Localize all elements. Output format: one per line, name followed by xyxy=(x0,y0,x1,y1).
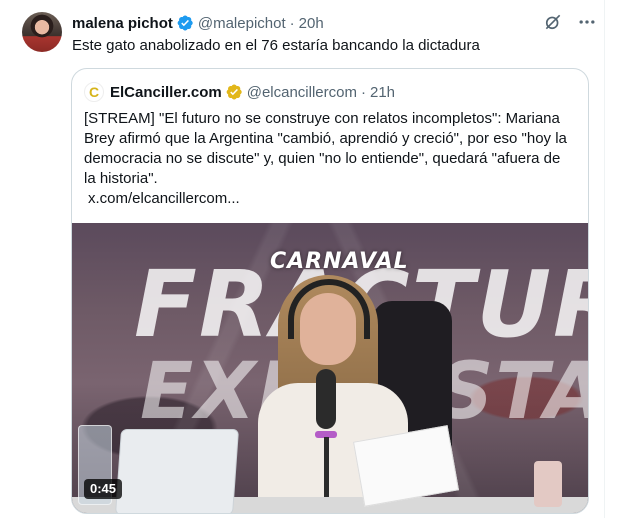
gold-verified-badge-icon xyxy=(226,84,242,100)
channel-logo: CARNAVAL xyxy=(270,249,409,274)
video-duration-badge: 0:45 xyxy=(84,479,123,499)
timestamp[interactable]: 20h xyxy=(299,15,324,32)
avatar[interactable] xyxy=(22,12,62,52)
quoted-tweet[interactable]: C ElCanciller.com @elcancillercom · 21h … xyxy=(71,68,589,514)
timeline-divider xyxy=(604,0,605,518)
quote-timestamp[interactable]: 21h xyxy=(370,84,395,101)
verified-badge-icon xyxy=(177,15,193,31)
quote-text-line: democracia no se discute" y, quien "no l… xyxy=(84,150,561,167)
laptop xyxy=(114,429,240,513)
quote-text-line: la historia". xyxy=(84,170,158,187)
quote-text: [STREAM] "El futuro no se construye con … xyxy=(84,109,578,189)
more-horizontal-icon[interactable] xyxy=(577,12,597,32)
tweet[interactable]: malena pichot @malepichot · 20h Este gat… xyxy=(0,0,621,518)
quote-handle[interactable]: @elcancillercom xyxy=(247,84,357,101)
video-player[interactable]: FRACTURA EXPUESTA CARNAVAL 0:45 xyxy=(72,223,588,513)
quote-header: C ElCanciller.com @elcancillercom · 21h xyxy=(84,81,395,103)
quote-link[interactable]: x.com/elcancillercom... xyxy=(88,189,240,209)
quote-text-line: [STREAM] "El futuro no se construye con … xyxy=(84,110,560,127)
separator-dot: · xyxy=(289,14,295,32)
tweet-text: Este gato anabolizado en el 76 estaría b… xyxy=(72,37,480,54)
microphone xyxy=(316,369,336,429)
quote-display-name[interactable]: ElCanciller.com xyxy=(110,84,222,101)
grok-icon[interactable] xyxy=(543,12,563,32)
handle[interactable]: @malepichot xyxy=(198,15,286,32)
display-name[interactable]: malena pichot xyxy=(72,15,173,32)
cup xyxy=(534,461,562,507)
quote-separator-dot: · xyxy=(360,83,366,101)
top-actions xyxy=(543,12,597,32)
tweet-header: malena pichot @malepichot · 20h xyxy=(72,13,324,33)
quote-text-line: Brey afirmó que la Argentina "cambió, ap… xyxy=(84,130,567,147)
quote-avatar[interactable]: C xyxy=(84,82,104,102)
